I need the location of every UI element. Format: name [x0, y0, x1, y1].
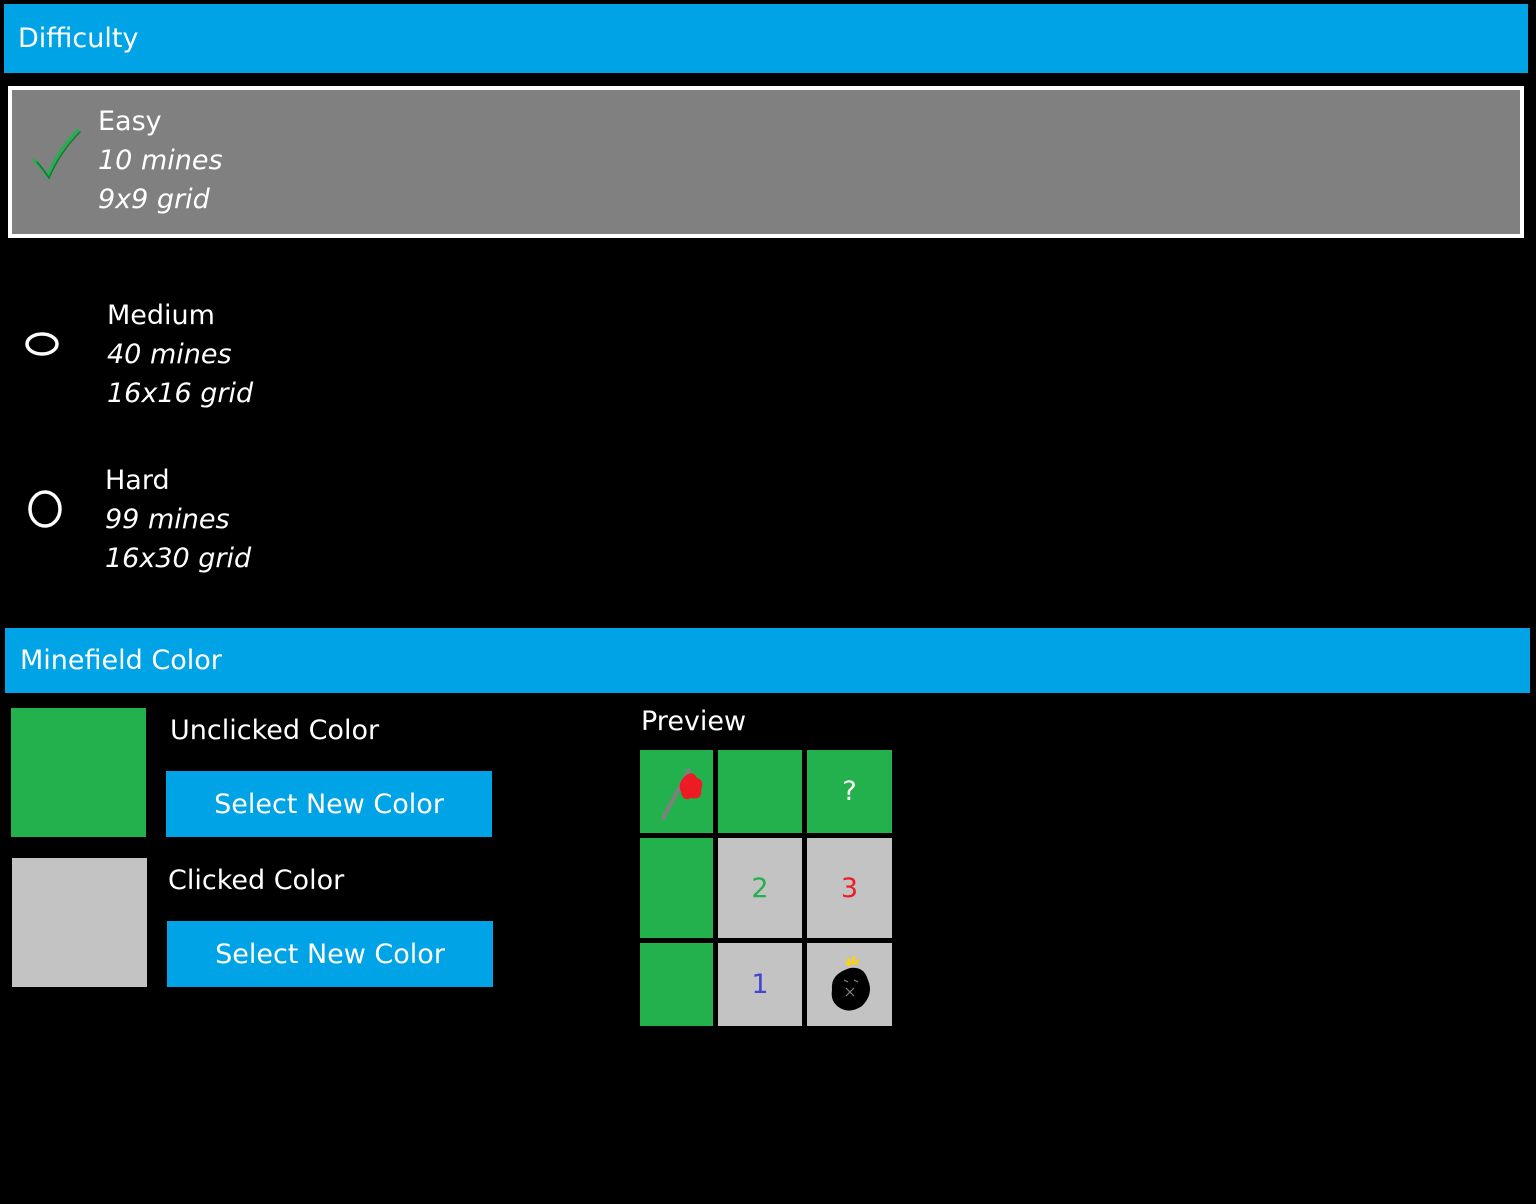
- radio-circle-icon: [28, 490, 62, 528]
- minefield-color-header-label: Minefield Color: [20, 645, 222, 676]
- unclicked-color-swatch: [11, 708, 146, 837]
- difficulty-option-hard[interactable]: Hard 99 mines 16x30 grid: [8, 461, 608, 581]
- preview-cell-flag: [640, 750, 713, 833]
- difficulty-mines-easy: 10 mines: [98, 145, 223, 176]
- clicked-color-label: Clicked Color: [168, 865, 345, 896]
- difficulty-grid-hard: 16x30 grid: [105, 543, 252, 574]
- checkmark-icon: [32, 128, 81, 180]
- preview-cell-number-3: 3: [807, 838, 892, 938]
- difficulty-header: Difficulty: [4, 4, 1528, 73]
- preview-cell-number-2: 2: [718, 838, 802, 938]
- flag-icon: [660, 767, 702, 820]
- preview-cell-mine: [807, 943, 892, 1026]
- difficulty-header-label: Difficulty: [18, 23, 139, 54]
- preview-cell-unclicked: [640, 838, 713, 938]
- difficulty-option-easy[interactable]: Easy 10 mines 9x9 grid: [8, 86, 1524, 238]
- minefield-color-header: Minefield Color: [5, 628, 1530, 693]
- difficulty-title-easy: Easy: [98, 106, 162, 137]
- difficulty-title-medium: Medium: [107, 300, 215, 331]
- difficulty-option-medium[interactable]: Medium 40 mines 16x16 grid: [8, 296, 608, 416]
- cell-number: 1: [751, 969, 769, 1000]
- clicked-color-swatch: [12, 858, 147, 987]
- difficulty-title-hard: Hard: [105, 465, 170, 496]
- mine-icon: [831, 955, 870, 1011]
- preview-cell-unclicked: [640, 943, 713, 1026]
- preview-label: Preview: [641, 706, 747, 737]
- preview-cell-unclicked: [718, 750, 802, 833]
- unclicked-select-color-button[interactable]: Select New Color: [166, 771, 492, 837]
- difficulty-grid-medium: 16x16 grid: [107, 378, 254, 409]
- difficulty-grid-easy: 9x9 grid: [98, 184, 210, 215]
- question-mark: ?: [842, 776, 857, 807]
- radio-circle-icon: [25, 332, 59, 356]
- preview-cell-question: ?: [807, 750, 892, 833]
- difficulty-mines-medium: 40 mines: [107, 339, 232, 370]
- unclicked-color-label: Unclicked Color: [170, 715, 380, 746]
- cell-number: 3: [840, 872, 859, 904]
- cell-number: 2: [751, 872, 769, 904]
- difficulty-mines-hard: 99 mines: [105, 504, 230, 535]
- clicked-select-color-button[interactable]: Select New Color: [167, 921, 493, 987]
- preview-cell-number-1: 1: [718, 943, 802, 1026]
